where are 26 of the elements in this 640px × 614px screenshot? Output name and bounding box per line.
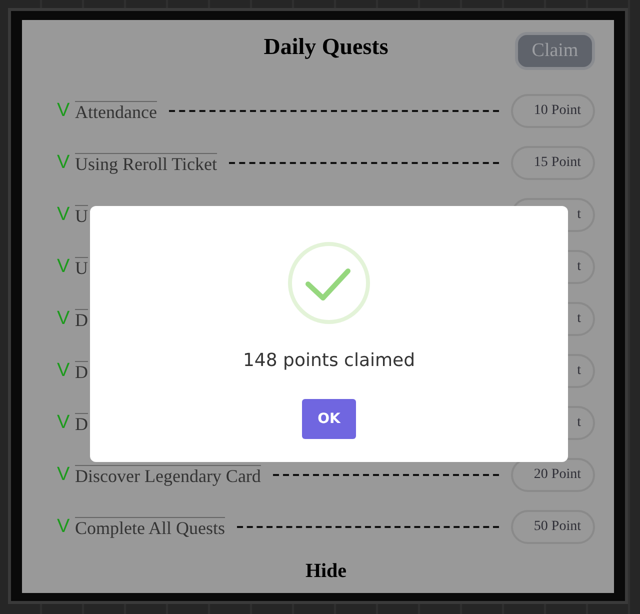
quest-label: D — [75, 309, 88, 331]
points-pill: 50 Point — [511, 510, 595, 544]
quest-label: Complete All Quests — [75, 517, 225, 539]
quest-label: D — [75, 413, 88, 435]
ok-button[interactable]: OK — [302, 399, 356, 439]
quest-label: U — [75, 205, 88, 227]
quest-label: Using Reroll Ticket — [75, 153, 218, 175]
done-mark: V — [57, 204, 71, 226]
done-mark: V — [57, 412, 71, 434]
quest-label: Attendance — [75, 101, 157, 123]
quest-label: D — [75, 361, 88, 383]
success-check-icon — [288, 242, 370, 324]
done-mark: V — [57, 360, 71, 382]
done-mark: V — [57, 464, 71, 486]
done-mark: V — [57, 152, 71, 174]
points-pill: 10 Point — [511, 94, 595, 128]
done-mark: V — [57, 100, 71, 122]
done-mark: V — [57, 516, 71, 538]
panel-title: Daily Quests — [264, 33, 388, 61]
points-pill: 15 Point — [511, 146, 595, 180]
done-mark: V — [57, 308, 71, 330]
quest-label: Discover Legendary Card — [75, 465, 261, 487]
dialog-message: 148 points claimed — [242, 350, 416, 371]
hide-button[interactable]: Hide — [305, 560, 347, 582]
done-mark: V — [57, 256, 71, 278]
quest-label: U — [75, 257, 88, 279]
